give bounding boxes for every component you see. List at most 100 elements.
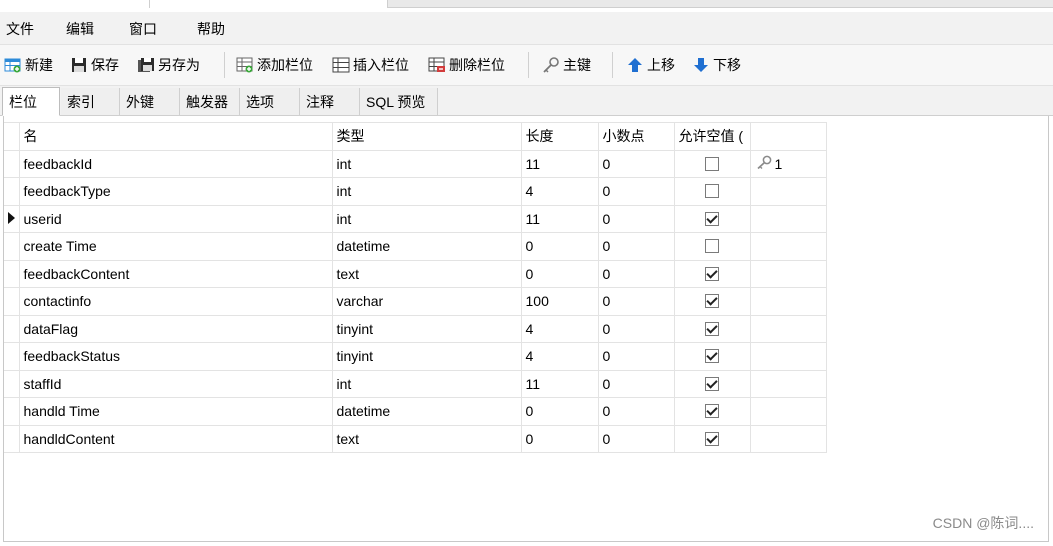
field-name-cell[interactable]: handld Time — [18, 397, 333, 426]
key-cell[interactable] — [749, 397, 827, 426]
key-cell[interactable] — [749, 424, 827, 453]
field-type-cell[interactable]: int — [331, 177, 522, 206]
field-decimals-cell[interactable]: 0 — [597, 232, 675, 261]
table-row[interactable]: feedbackId int 11 0 1 — [4, 149, 827, 178]
field-name-cell[interactable]: dataFlag — [18, 314, 333, 343]
row-indicator[interactable] — [4, 314, 20, 343]
table-row[interactable]: dataFlag tinyint 4 0 — [4, 314, 827, 343]
field-name-cell[interactable]: contactinfo — [18, 287, 333, 316]
table-row[interactable]: create Time datetime 0 0 — [4, 232, 827, 261]
row-indicator[interactable] — [4, 259, 20, 288]
key-cell[interactable] — [749, 259, 827, 288]
table-row[interactable]: userid int 11 0 — [4, 204, 827, 233]
field-length-cell[interactable]: 0 — [520, 424, 599, 453]
field-type-cell[interactable]: text — [331, 424, 522, 453]
allow-null-checkbox[interactable] — [705, 294, 719, 309]
document-tab[interactable] — [0, 0, 150, 8]
allow-null-checkbox[interactable] — [705, 156, 719, 171]
field-length-cell[interactable]: 11 — [520, 369, 599, 398]
tab-fields[interactable]: 栏位 — [2, 87, 60, 116]
menu-window[interactable]: 窗口 — [129, 19, 157, 39]
field-length-cell[interactable]: 11 — [520, 204, 599, 233]
key-cell[interactable] — [749, 232, 827, 261]
field-name-cell[interactable]: staffId — [18, 369, 333, 398]
tab-options[interactable]: 选项 — [240, 88, 300, 115]
key-cell[interactable] — [749, 369, 827, 398]
field-type-cell[interactable]: int — [331, 204, 522, 233]
field-decimals-cell[interactable]: 0 — [597, 342, 675, 371]
move-up-button[interactable]: 上移 — [626, 54, 675, 76]
field-decimals-cell[interactable]: 0 — [597, 204, 675, 233]
table-row[interactable]: feedbackStatus tinyint 4 0 — [4, 342, 827, 371]
move-down-button[interactable]: 下移 — [692, 54, 741, 76]
field-length-cell[interactable]: 4 — [520, 342, 599, 371]
tab-triggers[interactable]: 触发器 — [180, 88, 240, 115]
field-decimals-cell[interactable]: 0 — [597, 177, 675, 206]
field-name-cell[interactable]: create Time — [18, 232, 333, 261]
allow-null-checkbox[interactable] — [705, 184, 719, 199]
field-length-cell[interactable]: 0 — [520, 397, 599, 426]
new-button[interactable]: 新建 — [4, 54, 53, 76]
column-header-decimals[interactable]: 小数点 — [597, 122, 675, 151]
key-cell[interactable] — [749, 342, 827, 371]
row-indicator[interactable] — [4, 397, 20, 426]
delete-field-button[interactable]: 删除栏位 — [428, 54, 505, 76]
field-decimals-cell[interactable]: 0 — [597, 424, 675, 453]
save-as-button[interactable]: 另存为 — [137, 54, 200, 76]
document-tab-active[interactable] — [150, 0, 388, 8]
allow-null-checkbox[interactable] — [705, 321, 719, 336]
field-length-cell[interactable]: 0 — [520, 259, 599, 288]
row-indicator[interactable] — [4, 149, 20, 178]
field-name-cell[interactable]: feedbackStatus — [18, 342, 333, 371]
allow-null-checkbox[interactable] — [705, 431, 719, 446]
table-row[interactable]: handldContent text 0 0 — [4, 424, 827, 453]
tab-comment[interactable]: 注释 — [300, 88, 360, 115]
table-row[interactable]: feedbackType int 4 0 — [4, 177, 827, 206]
field-name-cell[interactable]: feedbackId — [18, 149, 333, 178]
field-type-cell[interactable]: text — [331, 259, 522, 288]
field-length-cell[interactable]: 100 — [520, 287, 599, 316]
field-length-cell[interactable]: 11 — [520, 149, 599, 178]
field-decimals-cell[interactable]: 0 — [597, 397, 675, 426]
field-decimals-cell[interactable]: 0 — [597, 369, 675, 398]
row-indicator[interactable] — [4, 232, 20, 261]
field-length-cell[interactable]: 4 — [520, 177, 599, 206]
table-row[interactable]: staffId int 11 0 — [4, 369, 827, 398]
field-name-cell[interactable]: feedbackContent — [18, 259, 333, 288]
key-cell[interactable] — [749, 287, 827, 316]
field-length-cell[interactable]: 0 — [520, 232, 599, 261]
allow-null-checkbox[interactable] — [705, 211, 719, 226]
tab-foreign-keys[interactable]: 外键 — [120, 88, 180, 115]
field-type-cell[interactable]: datetime — [331, 232, 522, 261]
field-type-cell[interactable]: varchar — [331, 287, 522, 316]
field-name-cell[interactable]: handldContent — [18, 424, 333, 453]
row-indicator[interactable] — [4, 287, 20, 316]
row-indicator[interactable] — [4, 342, 20, 371]
field-type-cell[interactable]: int — [331, 149, 522, 178]
menu-file[interactable]: 文件 — [6, 19, 34, 39]
allow-null-checkbox[interactable] — [705, 239, 719, 254]
insert-field-button[interactable]: 插入栏位 — [332, 54, 409, 76]
primary-key-button[interactable]: 主键 — [542, 54, 591, 76]
add-field-button[interactable]: 添加栏位 — [236, 54, 313, 76]
tab-indexes[interactable]: 索引 — [61, 88, 120, 115]
table-row[interactable]: handld Time datetime 0 0 — [4, 397, 827, 426]
field-type-cell[interactable]: tinyint — [331, 314, 522, 343]
field-decimals-cell[interactable]: 0 — [597, 259, 675, 288]
field-decimals-cell[interactable]: 0 — [597, 314, 675, 343]
column-header-length[interactable]: 长度 — [520, 122, 599, 151]
field-name-cell[interactable]: userid — [18, 204, 333, 233]
field-decimals-cell[interactable]: 0 — [597, 149, 675, 178]
field-type-cell[interactable]: datetime — [331, 397, 522, 426]
row-indicator[interactable] — [4, 204, 20, 233]
menu-help[interactable]: 帮助 — [197, 19, 225, 39]
allow-null-checkbox[interactable] — [705, 266, 719, 281]
menu-edit[interactable]: 编辑 — [66, 19, 94, 39]
key-cell[interactable] — [749, 314, 827, 343]
field-name-cell[interactable]: feedbackType — [18, 177, 333, 206]
save-button[interactable]: 保存 — [70, 54, 119, 76]
field-type-cell[interactable]: tinyint — [331, 342, 522, 371]
column-header-type[interactable]: 类型 — [331, 122, 522, 151]
tab-sql-preview[interactable]: SQL 预览 — [360, 88, 438, 115]
key-cell[interactable]: 1 — [749, 149, 827, 178]
